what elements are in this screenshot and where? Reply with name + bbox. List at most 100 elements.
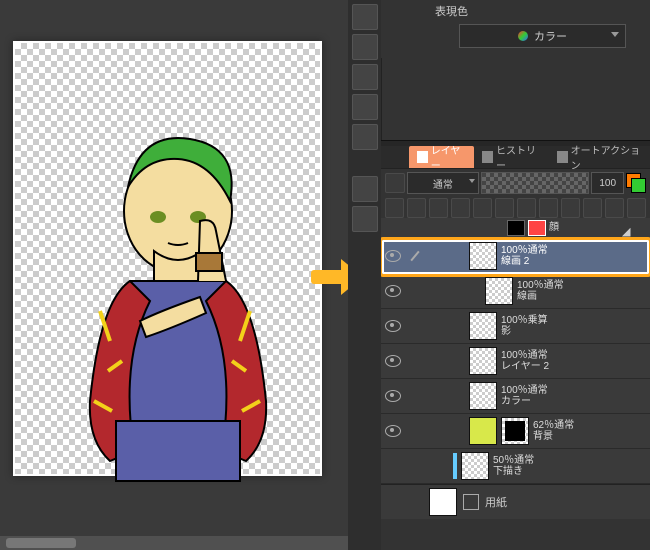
layer-row[interactable]: 100％通常線画 xyxy=(381,274,650,309)
autoaction-icon xyxy=(557,151,568,163)
tool-button[interactable] xyxy=(352,64,378,90)
canvas-scrollbar-horizontal[interactable] xyxy=(0,536,348,550)
paper-label: 用紙 xyxy=(485,494,507,510)
tab-history[interactable]: ヒストリー xyxy=(474,146,549,168)
tab-layers[interactable]: レイヤー xyxy=(409,146,474,168)
tool-button[interactable] xyxy=(352,34,378,60)
pen-icon xyxy=(410,251,419,261)
eye-icon xyxy=(385,320,401,332)
canvas-area xyxy=(0,0,348,550)
layer-row[interactable]: 100％通常レイヤー 2 xyxy=(381,344,650,379)
paper-icon xyxy=(463,494,479,510)
eye-icon xyxy=(385,250,401,262)
layer-name: 顔 xyxy=(549,222,559,234)
visibility-toggle[interactable] xyxy=(381,320,405,332)
toolbar-button[interactable] xyxy=(407,198,426,218)
eye-icon xyxy=(385,355,401,367)
layer-name: 下描き xyxy=(493,466,534,478)
visibility-toggle[interactable] xyxy=(381,285,405,297)
artwork-character xyxy=(50,121,305,491)
layer-mode: 100％通常 xyxy=(501,350,549,362)
layer-mode: 100％通常 xyxy=(517,280,564,292)
eye-icon xyxy=(385,390,401,402)
expression-panel: 表現色 カラー xyxy=(381,0,650,58)
layer-name: 影 xyxy=(501,326,548,338)
toolbar-button[interactable] xyxy=(495,198,514,218)
layer-toolbar xyxy=(381,197,650,220)
layer-thumbnail xyxy=(469,242,497,270)
layers-list: 顔 100％通常線画 2 xyxy=(381,218,650,550)
layer-palette-button[interactable] xyxy=(385,173,405,193)
layer-name: レイヤー 2 xyxy=(501,361,549,373)
toolbar-button[interactable] xyxy=(627,198,646,218)
tool-button[interactable] xyxy=(352,176,378,202)
layers-panel: レイヤー ヒストリー オートアクション 通常 100 xyxy=(381,146,650,550)
visibility-toggle[interactable] xyxy=(381,425,405,437)
layer-row[interactable]: 50％通常下描き ◢ xyxy=(381,449,650,484)
layer-row[interactable]: 100％乗算影 xyxy=(381,309,650,344)
layer-row[interactable]: 顔 xyxy=(381,218,650,239)
toolbar-button[interactable] xyxy=(429,198,448,218)
blend-row: 通常 100 xyxy=(381,169,650,197)
visibility-toggle[interactable] xyxy=(381,390,405,402)
paper-swatch xyxy=(429,488,457,516)
dropdown-value: カラー xyxy=(534,28,567,44)
layer-row[interactable]: 100％通常線画 2 xyxy=(381,239,650,274)
toolbar-button[interactable] xyxy=(385,198,404,218)
layer-mode: 50％通常 xyxy=(493,455,534,467)
tool-button[interactable] xyxy=(352,4,378,30)
panel-tabbar: レイヤー ヒストリー オートアクション xyxy=(381,146,650,169)
layer-mask-thumbnail xyxy=(501,417,529,445)
layer-name: 線画 xyxy=(517,291,564,303)
layer-name: 背景 xyxy=(533,431,574,443)
toolbar-button[interactable] xyxy=(539,198,558,218)
layer-mask-thumbnail xyxy=(528,220,546,236)
eye-icon xyxy=(385,285,401,297)
layer-color-tag xyxy=(453,453,457,479)
visibility-toggle[interactable] xyxy=(381,250,405,262)
expression-color-dropdown[interactable]: カラー xyxy=(459,24,626,48)
vertical-toolbar xyxy=(348,0,382,550)
edit-indicator xyxy=(405,250,425,262)
tab-autoaction[interactable]: オートアクション xyxy=(549,146,650,168)
expression-label: 表現色 xyxy=(435,3,468,19)
history-icon xyxy=(482,151,493,163)
toolbar-button[interactable] xyxy=(517,198,536,218)
layer-row[interactable]: 100％通常カラー xyxy=(381,379,650,414)
layer-thumbnail xyxy=(469,347,497,375)
layers-icon xyxy=(417,151,428,163)
layer-mode: 100％乗算 xyxy=(501,315,548,327)
chevron-down-icon xyxy=(611,32,619,37)
visibility-toggle[interactable] xyxy=(381,355,405,367)
chevron-down-icon xyxy=(469,179,475,183)
layer-name: 線画 2 xyxy=(501,256,548,268)
blend-mode-dropdown[interactable]: 通常 xyxy=(407,172,480,194)
layer-thumbnail xyxy=(485,277,513,305)
toolbar-button[interactable] xyxy=(473,198,492,218)
tool-button[interactable] xyxy=(352,124,378,150)
toolbar-button[interactable] xyxy=(561,198,580,218)
layer-mode: 100％通常 xyxy=(501,385,548,397)
paper-layer[interactable]: 用紙 xyxy=(381,484,650,519)
layer-row[interactable]: 62％通常背景 ◢ xyxy=(381,414,650,449)
layer-thumbnail xyxy=(461,452,489,480)
eye-icon xyxy=(385,425,401,437)
tool-button[interactable] xyxy=(352,206,378,232)
layer-thumbnail xyxy=(507,220,525,236)
opacity-slider[interactable] xyxy=(481,172,589,194)
layer-effect-icon[interactable]: ◢ xyxy=(622,225,642,245)
toolbar-button[interactable] xyxy=(605,198,624,218)
layer-thumbnail xyxy=(469,417,497,445)
toolbar-button[interactable] xyxy=(583,198,602,218)
canvas[interactable] xyxy=(13,41,322,476)
tool-button[interactable] xyxy=(352,94,378,120)
color-swatches[interactable] xyxy=(626,173,646,193)
layer-mode: 62％通常 xyxy=(533,420,574,432)
layer-name: カラー xyxy=(501,396,548,408)
layer-thumbnail xyxy=(469,312,497,340)
layer-mode: 100％通常 xyxy=(501,245,548,257)
toolbar-button[interactable] xyxy=(451,198,470,218)
color-wheel-icon xyxy=(518,31,528,41)
opacity-value[interactable]: 100 xyxy=(591,172,624,194)
layer-thumbnail xyxy=(469,382,497,410)
